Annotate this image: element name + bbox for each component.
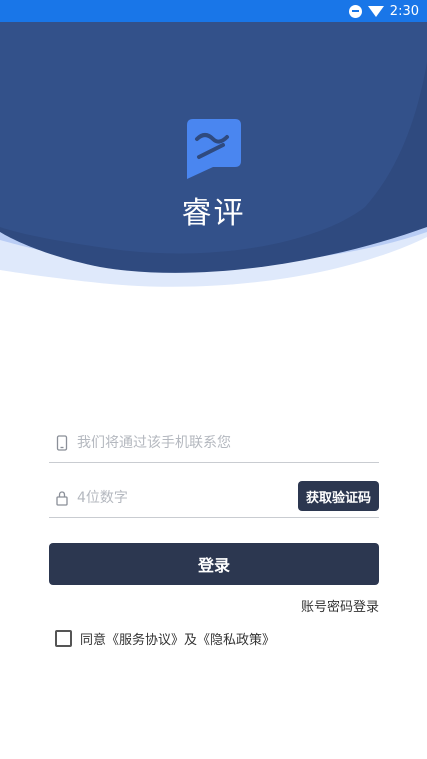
do-not-disturb-icon [348, 4, 362, 18]
agreement-conjunction: 及 [184, 633, 198, 648]
clock: 2:30 [389, 3, 419, 19]
status-bar: 2:30 [0, 0, 427, 22]
password-login-link[interactable]: 账号密码登录 [301, 596, 379, 615]
privacy-policy-link[interactable]: 《隐私政策》 [197, 633, 275, 648]
wifi-icon [367, 5, 384, 17]
service-agreement-link[interactable]: 《服务协议》 [106, 633, 184, 648]
agreement-prefix: 同意 [80, 633, 107, 648]
status-icons: 2:30 [348, 0, 419, 22]
code-field: 获取验证码 [49, 481, 379, 518]
agreement-row: 同意《服务协议》及《隐私政策》 [55, 629, 275, 648]
verification-code-input[interactable] [77, 481, 287, 515]
get-code-button[interactable]: 获取验证码 [297, 481, 379, 511]
agreement-text: 同意《服务协议》及《隐私政策》 [80, 629, 275, 648]
phone-icon [56, 435, 68, 451]
login-button[interactable]: 登录 [49, 543, 379, 585]
agreement-checkbox[interactable] [55, 630, 72, 647]
app-logo-icon [187, 119, 241, 179]
lock-icon [56, 491, 68, 506]
phone-field [49, 426, 379, 463]
phone-input[interactable] [77, 426, 287, 460]
app-name: 睿评 [181, 196, 246, 231]
